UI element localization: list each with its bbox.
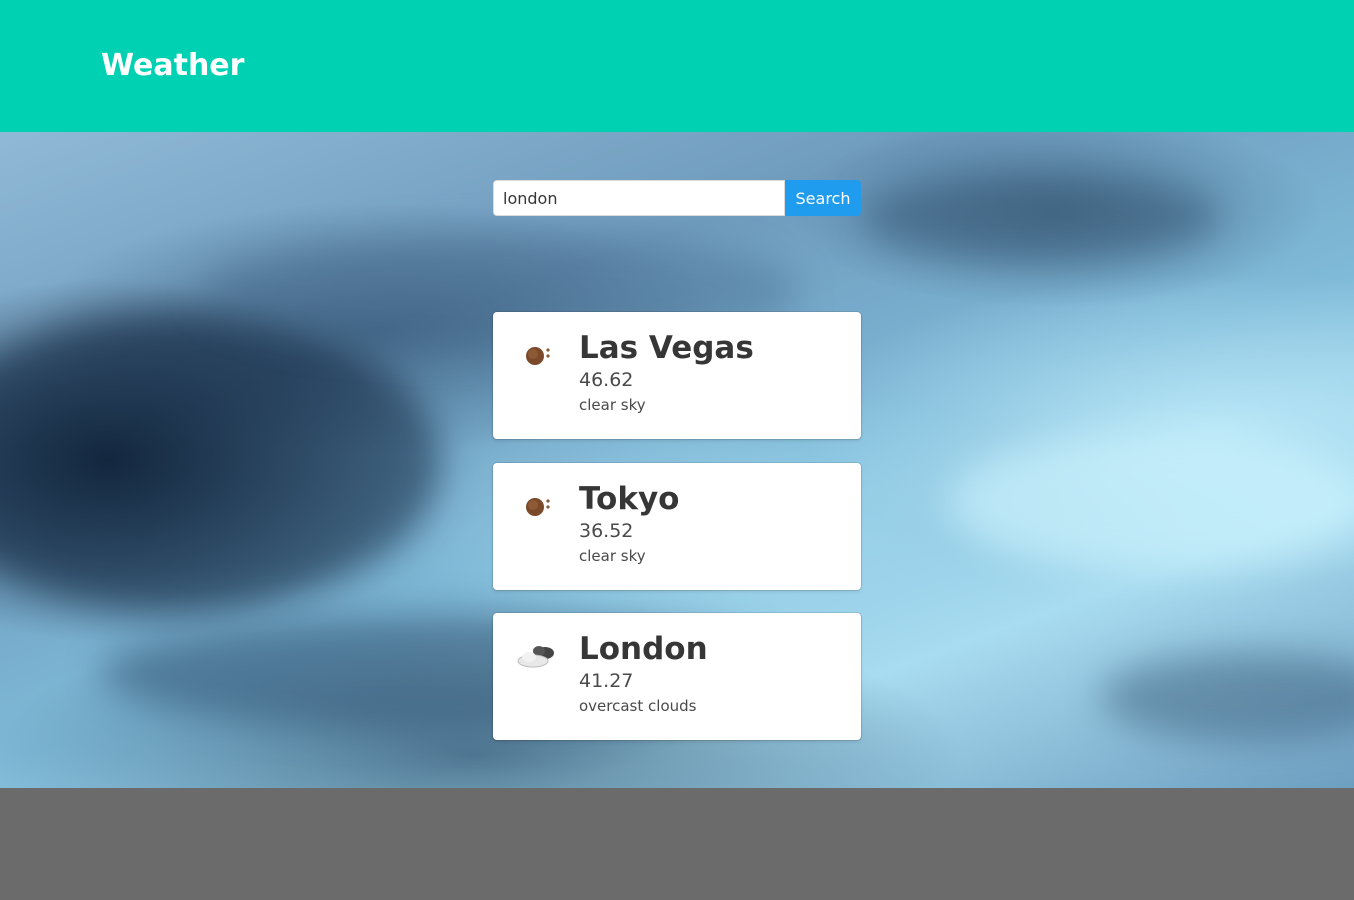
temperature: 41.27 xyxy=(579,670,634,692)
search-bar: Search xyxy=(493,180,861,216)
temperature: 36.52 xyxy=(579,520,634,542)
city-name: Las Vegas xyxy=(579,330,754,366)
city-name: Tokyo xyxy=(579,481,680,517)
clear-sky-icon xyxy=(515,487,559,523)
temperature: 46.62 xyxy=(579,369,634,391)
overcast-clouds-icon xyxy=(515,637,559,673)
app-title: Weather xyxy=(101,48,245,83)
clear-sky-icon xyxy=(515,336,559,372)
weather-card-las-vegas: Las Vegas 46.62 clear sky xyxy=(493,312,861,439)
weather-description: overcast clouds xyxy=(579,697,697,715)
weather-card-tokyo: Tokyo 36.52 clear sky xyxy=(493,463,861,590)
weather-description: clear sky xyxy=(579,396,646,414)
weather-card-london: London 41.27 overcast clouds xyxy=(493,613,861,740)
app-header: Weather xyxy=(0,0,1354,132)
search-input[interactable] xyxy=(493,180,785,216)
search-button[interactable]: Search xyxy=(785,180,861,216)
city-name: London xyxy=(579,631,708,667)
weather-description: clear sky xyxy=(579,547,646,565)
